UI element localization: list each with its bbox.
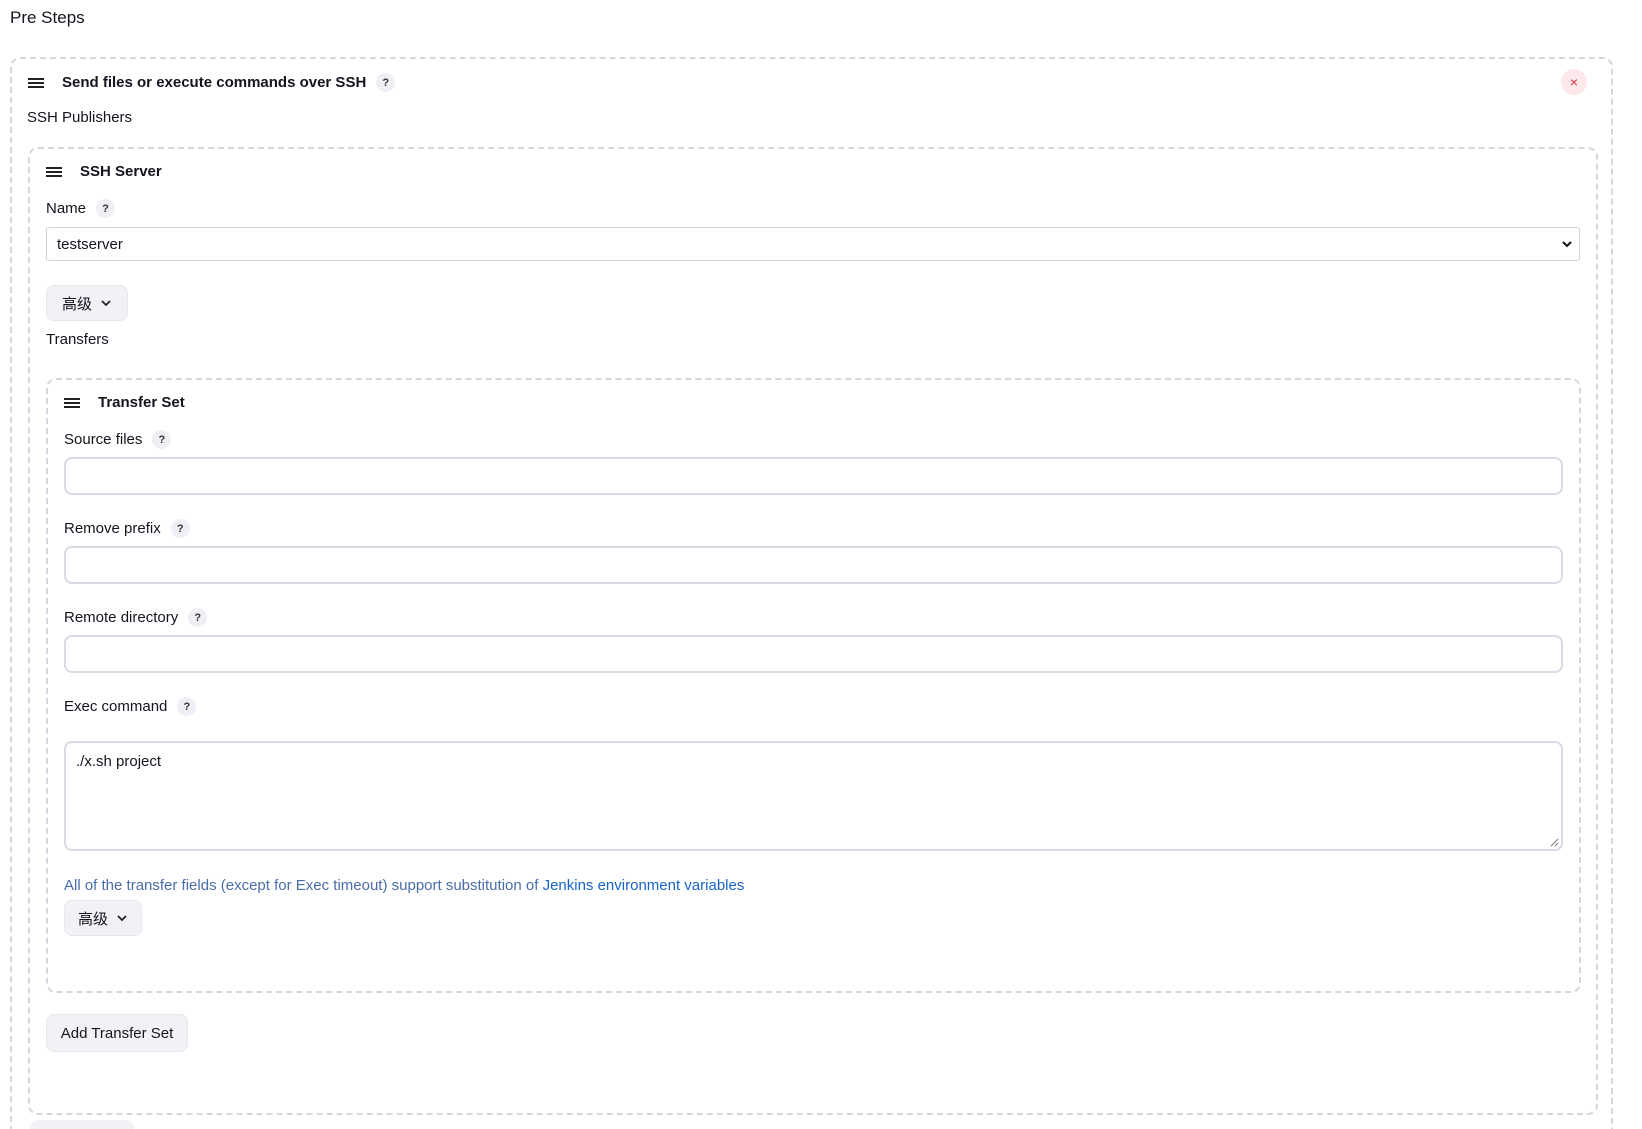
drag-handle-icon[interactable] [46, 166, 62, 178]
ssh-server-container: SSH Server Name ? testserver 高级 Transfer… [28, 147, 1598, 1115]
transfer-set-title: Transfer Set [98, 394, 185, 411]
substitution-note: All of the transfer fields (except for E… [64, 877, 744, 894]
remove-prefix-label: Remove prefix ? [64, 519, 190, 538]
source-files-label: Source files ? [64, 430, 172, 449]
ssh-step-container: Send files or execute commands over SSH … [10, 57, 1613, 1129]
ssh-step-header: Send files or execute commands over SSH … [28, 73, 396, 92]
drag-handle-icon[interactable] [28, 77, 44, 89]
help-icon[interactable]: ? [188, 608, 208, 627]
name-label: Name ? [46, 199, 116, 218]
chevron-down-icon [1562, 241, 1572, 248]
name-label-text: Name [46, 200, 87, 217]
ssh-server-title: SSH Server [80, 163, 162, 180]
server-advanced-button[interactable]: 高级 [46, 285, 128, 321]
remove-prefix-label-text: Remove prefix [64, 520, 161, 537]
exec-command-label-text: Exec command [64, 698, 168, 715]
help-icon[interactable]: ? [170, 519, 190, 538]
jenkins-env-vars-link[interactable]: Jenkins environment variables [543, 877, 745, 894]
close-icon[interactable]: × [1561, 69, 1587, 95]
exec-command-value: ./x.sh project [76, 753, 162, 770]
partially-visible-button[interactable] [30, 1120, 134, 1129]
ssh-step-title: Send files or execute commands over SSH [62, 74, 367, 91]
chevron-down-icon [101, 300, 111, 307]
chevron-down-icon [117, 915, 127, 922]
help-icon[interactable]: ? [152, 430, 172, 449]
exec-command-label: Exec command ? [64, 697, 197, 716]
transfer-set-header: Transfer Set [64, 394, 185, 411]
remote-directory-label-text: Remote directory [64, 609, 179, 626]
page-title: Pre Steps [10, 8, 85, 27]
advanced-label: 高级 [77, 910, 108, 928]
substitution-note-text: All of the transfer fields (except for E… [64, 877, 543, 894]
help-icon[interactable]: ? [96, 199, 116, 218]
resize-handle-icon[interactable] [1549, 837, 1559, 847]
drag-handle-icon[interactable] [64, 397, 80, 409]
help-icon[interactable]: ? [376, 73, 396, 92]
remove-prefix-input[interactable] [64, 546, 1563, 584]
server-name-value: testserver [57, 235, 123, 253]
remote-directory-label: Remote directory ? [64, 608, 208, 627]
source-files-label-text: Source files [64, 431, 143, 448]
help-icon[interactable]: ? [177, 697, 197, 716]
ssh-server-header: SSH Server [46, 163, 162, 180]
transfer-advanced-button[interactable]: 高级 [64, 900, 142, 936]
server-name-select[interactable]: testserver [46, 227, 1580, 261]
advanced-label: 高级 [61, 295, 92, 313]
transfers-label: Transfers [46, 331, 109, 348]
transfer-set-container: Transfer Set Source files ? Remove prefi… [46, 378, 1581, 993]
exec-command-textarea[interactable]: ./x.sh project [64, 741, 1563, 851]
ssh-publishers-label: SSH Publishers [27, 109, 133, 126]
add-transfer-set-button[interactable]: Add Transfer Set [46, 1014, 188, 1052]
remote-directory-input[interactable] [64, 635, 1563, 673]
source-files-input[interactable] [64, 457, 1563, 495]
